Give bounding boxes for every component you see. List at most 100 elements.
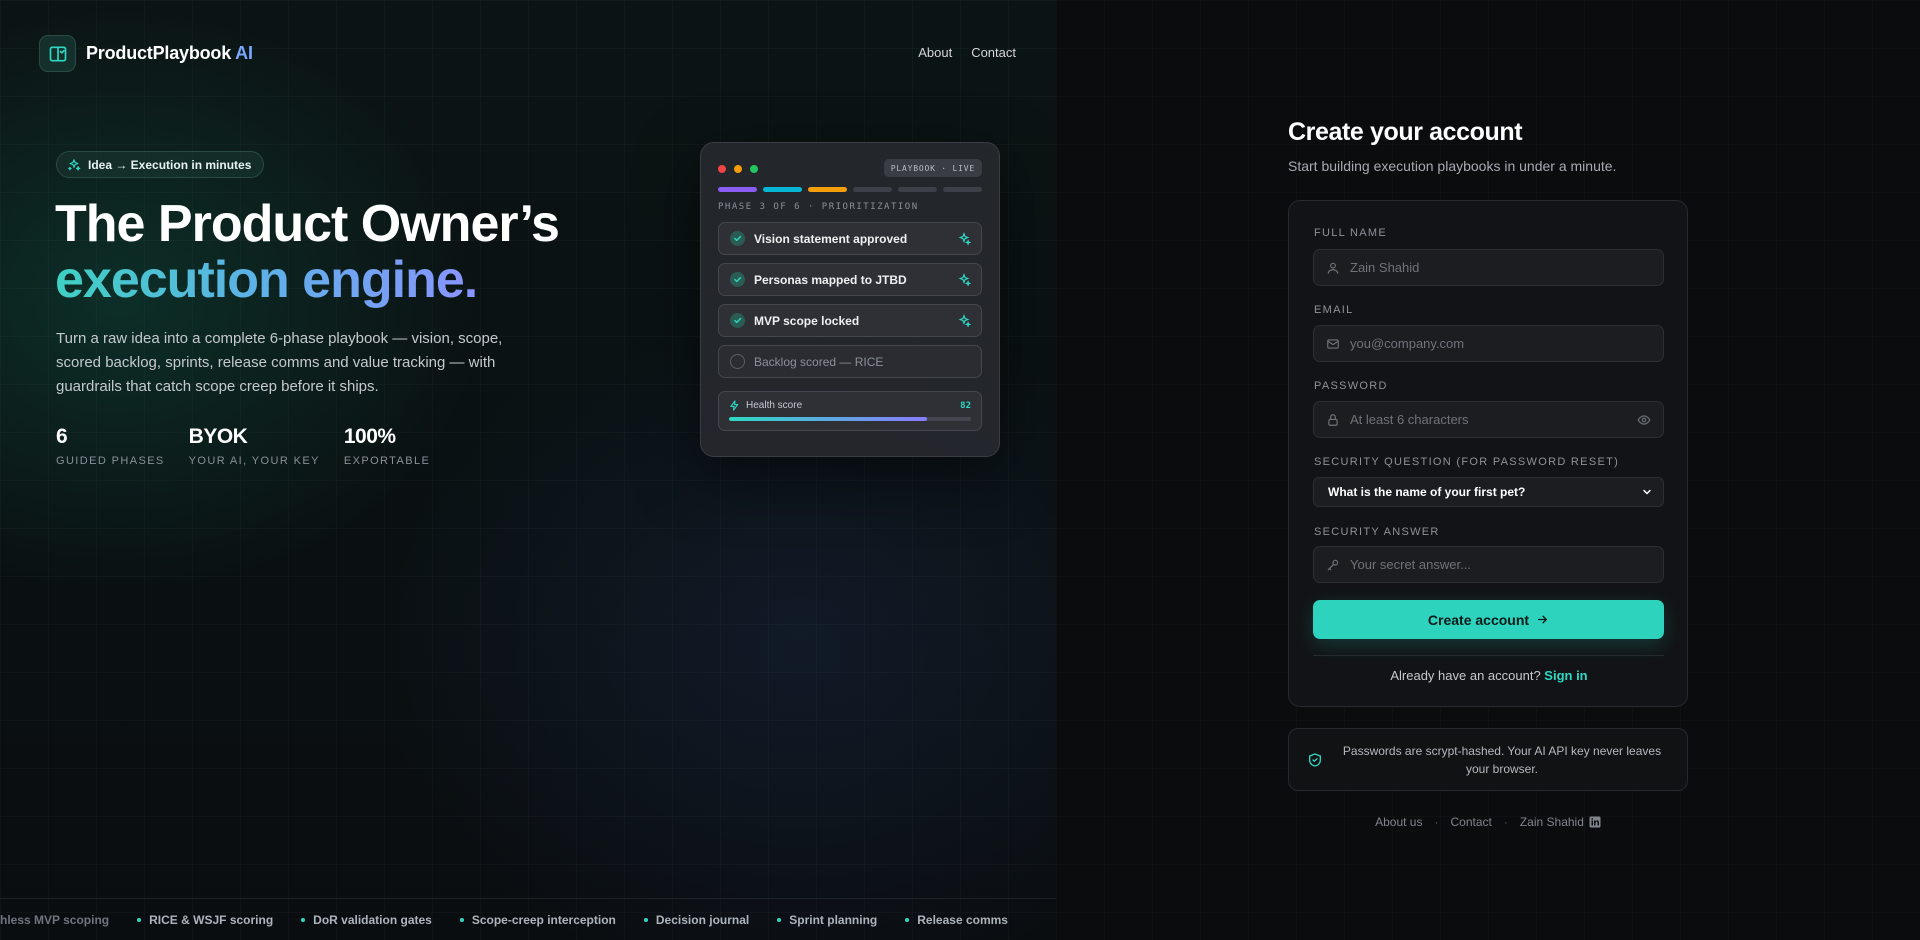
footer-author: Zain Shahid xyxy=(1519,815,1584,829)
security-question-select[interactable]: What is the name of your first pet? xyxy=(1313,477,1664,507)
ticker-text: DoR validation gates xyxy=(313,912,432,927)
brand[interactable]: ProductPlaybook AI xyxy=(39,35,253,72)
password-field[interactable] xyxy=(1313,401,1664,438)
brand-suffix: AI xyxy=(235,43,253,63)
email-field[interactable] xyxy=(1313,325,1664,362)
security-answer-label: SECURITY ANSWER xyxy=(1314,526,1440,538)
security-notice-text: Passwords are scrypt-hashed. Your AI API… xyxy=(1342,743,1662,776)
email-label: EMAIL xyxy=(1314,304,1354,316)
key-icon xyxy=(1327,559,1339,570)
lock-icon xyxy=(1328,413,1338,426)
playbook-live-badge: PLAYBOOK · LIVE xyxy=(883,159,982,177)
ticker-item: Sprint planning xyxy=(777,913,877,927)
check-icon xyxy=(730,231,745,246)
hero-panel: ProductPlaybook AI About Contact Idea → … xyxy=(0,0,1056,940)
task-item: Vision statement approved xyxy=(718,222,982,255)
ticker-item: RICE & WSJF scoring xyxy=(137,913,273,927)
email-input[interactable] xyxy=(1350,336,1651,351)
phase-bar xyxy=(943,187,982,192)
hero-pill: Idea → Execution in minutes xyxy=(56,151,265,178)
health-fill xyxy=(729,417,928,421)
nav-about[interactable]: About xyxy=(918,45,952,60)
create-account-label: Create account xyxy=(1427,611,1530,628)
phase-bar xyxy=(763,187,802,192)
user-icon xyxy=(1327,262,1339,274)
ticker-text: Release comms xyxy=(917,912,1008,927)
sparkles-icon xyxy=(958,314,971,328)
password-input[interactable] xyxy=(1350,412,1627,427)
signup-title: Create your account xyxy=(1288,118,1523,146)
hero-title: The Product Owner’s execution engine. xyxy=(55,196,560,309)
footer-separator: · xyxy=(1503,815,1508,829)
ticker-item: Scope-creep interception xyxy=(459,913,616,927)
task-label: Personas mapped to JTBD xyxy=(754,272,907,287)
create-account-button[interactable]: Create account xyxy=(1313,600,1664,639)
security-answer-field[interactable] xyxy=(1313,546,1664,583)
ticker-item: Ruthless MVP scoping xyxy=(0,913,109,927)
hero-stats: 6 GUIDED PHASES BYOK YOUR AI, YOUR KEY 1… xyxy=(56,425,430,467)
dot-green xyxy=(750,165,758,173)
hero-title-line2: execution engine. xyxy=(55,251,478,309)
bullet-dot xyxy=(777,917,782,922)
security-answer-input[interactable] xyxy=(1350,557,1651,572)
health-score: Health score 82 xyxy=(718,391,982,431)
stat-phases: 6 GUIDED PHASES xyxy=(56,425,165,467)
feature-ticker: Ruthless MVP scoping RICE & WSJF scoring… xyxy=(0,898,1056,940)
ticker-item: DoR validation gates xyxy=(301,913,432,927)
phase-label: PHASE 3 OF 6 · PRIORITIZATION xyxy=(718,202,919,212)
linkedin-icon xyxy=(1589,816,1601,828)
nav-contact[interactable]: Contact xyxy=(971,45,1016,60)
bolt-icon xyxy=(730,400,739,411)
footer-separator: · xyxy=(1434,815,1439,829)
ticker-text: Decision journal xyxy=(655,912,750,927)
brand-name-text: ProductPlaybook xyxy=(86,43,232,63)
check-icon xyxy=(730,272,745,287)
security-question-value: What is the name of your first pet? xyxy=(1328,485,1526,499)
health-score-value: 82 xyxy=(960,400,971,411)
bullet-dot xyxy=(301,917,306,922)
task-item: MVP scope locked xyxy=(718,304,982,337)
task-label: Vision statement approved xyxy=(754,231,908,246)
footer-author-link[interactable]: Zain Shahid xyxy=(1520,815,1601,829)
footer-about-link[interactable]: About us xyxy=(1375,815,1422,829)
full-name-input[interactable] xyxy=(1350,260,1651,275)
arrow-right-icon xyxy=(1538,615,1548,624)
task-label: MVP scope locked xyxy=(754,313,860,328)
empty-circle-icon xyxy=(730,354,745,369)
signup-subtitle: Start building execution playbooks in un… xyxy=(1288,158,1617,174)
shield-check-icon xyxy=(1309,752,1321,767)
stat-exportable: 100% EXPORTABLE xyxy=(344,425,430,467)
full-name-field[interactable] xyxy=(1313,249,1664,286)
phase-bar xyxy=(718,187,757,192)
bullet-dot xyxy=(905,917,910,922)
sparkles-icon xyxy=(68,158,81,171)
stat-value: 100% xyxy=(343,425,396,448)
task-list: Vision statement approved Personas mappe… xyxy=(718,222,982,378)
task-item: Backlog scored — RICE xyxy=(718,345,982,378)
phase-bar xyxy=(853,187,892,192)
stat-byok: BYOK YOUR AI, YOUR KEY xyxy=(189,425,320,467)
stat-label: GUIDED PHASES xyxy=(56,455,165,467)
signin-prompt-text: Already have an account? xyxy=(1390,668,1541,683)
security-notice: Passwords are scrypt-hashed. Your AI API… xyxy=(1288,728,1688,791)
task-item: Personas mapped to JTBD xyxy=(718,263,982,296)
ticker-item: Release comms xyxy=(905,913,1008,927)
ticker-text: Ruthless MVP scoping xyxy=(0,912,110,927)
stat-value: 6 xyxy=(56,425,68,448)
footer-contact-link[interactable]: Contact xyxy=(1450,815,1491,829)
bullet-dot xyxy=(137,917,142,922)
phase-bar xyxy=(898,187,937,192)
ticker-item: Decision journal xyxy=(643,912,750,927)
signin-prompt: Already have an account? Sign in xyxy=(1289,668,1689,683)
brand-name: ProductPlaybook AI xyxy=(86,43,253,64)
eye-icon[interactable] xyxy=(1637,413,1651,427)
phase-progress-bars xyxy=(718,187,982,192)
playbook-preview-card: PLAYBOOK · LIVE PHASE 3 OF 6 · PRIORITIZ… xyxy=(700,142,1000,457)
signin-link[interactable]: Sign in xyxy=(1544,668,1587,683)
mail-icon xyxy=(1327,338,1339,349)
sparkles-icon xyxy=(958,273,971,287)
dot-yellow xyxy=(734,165,742,173)
book-icon xyxy=(39,35,76,72)
divider xyxy=(1313,655,1664,656)
bullet-dot xyxy=(459,917,464,922)
